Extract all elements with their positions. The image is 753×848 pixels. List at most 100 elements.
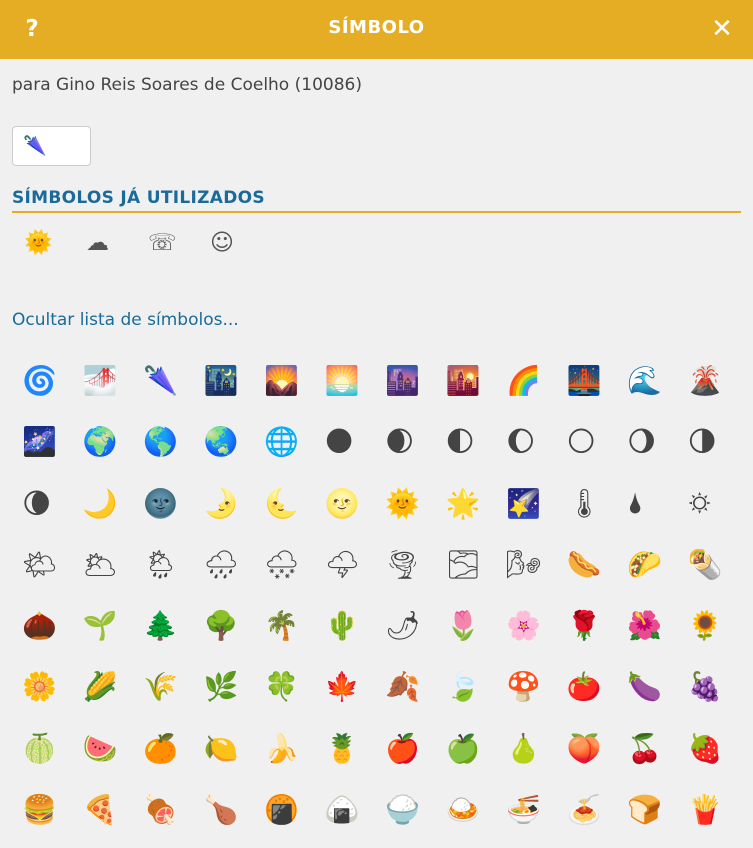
- symbol-option-icon[interactable]: 🌳: [204, 603, 250, 649]
- symbol-option-icon[interactable]: 🌃: [204, 358, 250, 404]
- symbol-option-icon[interactable]: 🌅: [325, 358, 371, 404]
- symbol-option-icon[interactable]: 🌂: [143, 358, 189, 404]
- symbol-option-icon[interactable]: 🌚: [143, 481, 189, 527]
- symbol-option-icon[interactable]: 🌒: [385, 419, 431, 465]
- symbol-option-icon[interactable]: 🌝: [325, 481, 371, 527]
- symbol-option-icon[interactable]: 🌱: [83, 603, 129, 649]
- symbol-option-icon[interactable]: 🍏: [446, 726, 492, 772]
- symbol-option-icon[interactable]: 🌶: [385, 603, 431, 649]
- used-symbol-sun-icon[interactable]: 🌞: [24, 226, 86, 260]
- symbol-option-icon[interactable]: 🍃: [446, 664, 492, 710]
- symbol-option-icon[interactable]: 🌾: [143, 664, 189, 710]
- symbol-option-icon[interactable]: 🌄: [264, 358, 310, 404]
- symbol-option-icon[interactable]: 🌧: [204, 542, 250, 588]
- symbol-option-icon[interactable]: 🍀: [264, 664, 310, 710]
- symbol-option-icon[interactable]: 🌯: [688, 542, 734, 588]
- symbol-option-icon[interactable]: 🌴: [264, 603, 310, 649]
- symbol-option-icon[interactable]: 🌵: [325, 603, 371, 649]
- symbol-option-icon[interactable]: 🍈: [22, 726, 68, 772]
- symbol-option-icon[interactable]: 🌗: [688, 419, 734, 465]
- symbol-option-icon[interactable]: 🍚: [385, 787, 431, 833]
- symbol-option-icon[interactable]: 🍋: [204, 726, 250, 772]
- symbol-option-icon[interactable]: 🍌: [264, 726, 310, 772]
- symbol-option-icon[interactable]: 🌠: [506, 481, 552, 527]
- symbol-option-icon[interactable]: 🍍: [325, 726, 371, 772]
- symbol-option-icon[interactable]: 🌪: [385, 542, 431, 588]
- symbol-option-icon[interactable]: 🌦: [143, 542, 189, 588]
- symbol-option-icon[interactable]: 🌙: [83, 481, 129, 527]
- symbol-option-icon[interactable]: 🌋: [688, 358, 734, 404]
- symbol-option-icon[interactable]: 🍟: [688, 787, 734, 833]
- symbol-option-icon[interactable]: 🍓: [688, 726, 734, 772]
- symbol-option-icon[interactable]: 🌤: [22, 542, 68, 588]
- symbol-option-icon[interactable]: 🌎: [143, 419, 189, 465]
- symbol-option-icon[interactable]: 🌡: [567, 481, 613, 527]
- symbol-option-icon[interactable]: 🌐: [264, 419, 310, 465]
- used-symbol-smiley-icon[interactable]: ☺: [210, 226, 272, 260]
- symbol-option-icon[interactable]: 🌨: [264, 542, 310, 588]
- symbol-option-icon[interactable]: 🍁: [325, 664, 371, 710]
- symbol-option-icon[interactable]: 🌘: [22, 481, 68, 527]
- symbol-option-icon[interactable]: 🌖: [627, 419, 673, 465]
- symbol-option-icon[interactable]: 🌷: [446, 603, 492, 649]
- symbol-option-icon[interactable]: 🍛: [446, 787, 492, 833]
- symbol-option-icon[interactable]: 🍉: [83, 726, 129, 772]
- symbol-option-icon[interactable]: 🌽: [83, 664, 129, 710]
- symbol-option-icon[interactable]: 🌆: [385, 358, 431, 404]
- used-symbol-cloud-icon[interactable]: ☁: [86, 226, 148, 260]
- symbol-option-icon[interactable]: 🌊: [627, 358, 673, 404]
- symbol-option-icon[interactable]: 🍕: [83, 787, 129, 833]
- symbol-option-icon[interactable]: 🌬: [506, 542, 552, 588]
- symbol-option-icon[interactable]: 🌁: [83, 358, 129, 404]
- symbol-option-icon[interactable]: 🌕: [567, 419, 613, 465]
- symbol-option-icon[interactable]: 🍔: [22, 787, 68, 833]
- symbol-option-icon[interactable]: 🌢: [627, 481, 673, 527]
- symbol-option-icon[interactable]: 🌫: [446, 542, 492, 588]
- symbol-option-icon[interactable]: 🍙: [325, 787, 371, 833]
- symbol-option-icon[interactable]: 🍂: [385, 664, 431, 710]
- symbol-option-icon[interactable]: 🍖: [143, 787, 189, 833]
- symbol-option-icon[interactable]: 🌻: [688, 603, 734, 649]
- used-symbol-telephone-icon[interactable]: ☏: [148, 226, 210, 260]
- symbol-option-icon[interactable]: 🌔: [506, 419, 552, 465]
- symbol-option-icon[interactable]: 🌿: [204, 664, 250, 710]
- symbol-option-icon[interactable]: 🌑: [325, 419, 371, 465]
- symbol-option-icon[interactable]: 🍅: [567, 664, 613, 710]
- symbol-option-icon[interactable]: 🌣: [688, 481, 734, 527]
- symbol-option-icon[interactable]: 🌇: [446, 358, 492, 404]
- symbol-option-icon[interactable]: 🌹: [567, 603, 613, 649]
- symbol-option-icon[interactable]: 🍞: [627, 787, 673, 833]
- symbol-option-icon[interactable]: 🌀: [22, 358, 68, 404]
- symbol-option-icon[interactable]: 🍐: [506, 726, 552, 772]
- symbol-option-icon[interactable]: 🌮: [627, 542, 673, 588]
- symbol-option-icon[interactable]: 🌍: [83, 419, 129, 465]
- close-button[interactable]: ✕: [709, 13, 735, 45]
- symbol-option-icon[interactable]: 🌩: [325, 542, 371, 588]
- symbol-option-icon[interactable]: 🌛: [204, 481, 250, 527]
- symbol-option-icon[interactable]: 🌰: [22, 603, 68, 649]
- symbol-option-icon[interactable]: 🍗: [204, 787, 250, 833]
- symbol-option-icon[interactable]: 🍑: [567, 726, 613, 772]
- symbol-option-icon[interactable]: 🌞: [385, 481, 431, 527]
- symbol-option-icon[interactable]: 🌓: [446, 419, 492, 465]
- hide-symbol-list-link[interactable]: Ocultar lista de símbolos...: [12, 310, 239, 330]
- symbol-option-icon[interactable]: 🌈: [506, 358, 552, 404]
- symbol-option-icon[interactable]: 🌜: [264, 481, 310, 527]
- symbol-option-icon[interactable]: 🍄: [506, 664, 552, 710]
- symbol-option-icon[interactable]: 🍊: [143, 726, 189, 772]
- symbol-option-icon[interactable]: 🌲: [143, 603, 189, 649]
- symbol-option-icon[interactable]: 🌼: [22, 664, 68, 710]
- symbol-option-icon[interactable]: 🍒: [627, 726, 673, 772]
- symbol-option-icon[interactable]: 🌺: [627, 603, 673, 649]
- symbol-option-icon[interactable]: 🌌: [22, 419, 68, 465]
- symbol-option-icon[interactable]: 🍜: [506, 787, 552, 833]
- symbol-option-icon[interactable]: 🍝: [567, 787, 613, 833]
- symbol-option-icon[interactable]: 🌭: [567, 542, 613, 588]
- symbol-option-icon[interactable]: 🍇: [688, 664, 734, 710]
- symbol-option-icon[interactable]: 🌥: [83, 542, 129, 588]
- symbol-option-icon[interactable]: 🌟: [446, 481, 492, 527]
- symbol-option-icon[interactable]: 🍎: [385, 726, 431, 772]
- symbol-option-icon[interactable]: 🌸: [506, 603, 552, 649]
- symbol-option-icon[interactable]: 🍆: [627, 664, 673, 710]
- current-symbol-field[interactable]: 🌂: [12, 126, 91, 166]
